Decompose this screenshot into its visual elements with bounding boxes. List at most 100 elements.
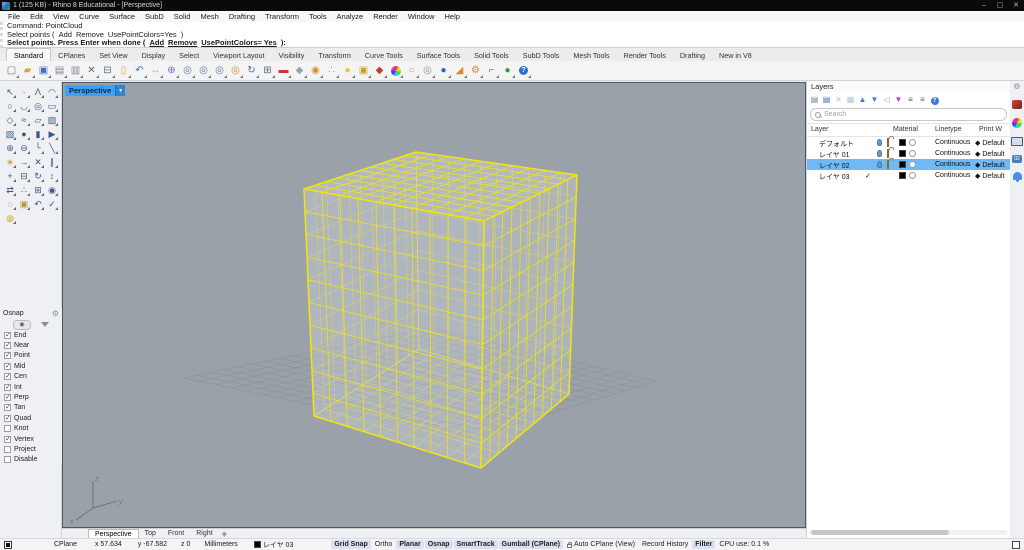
layer-color-swatch[interactable] [899,138,906,146]
lock-objects-icon[interactable]: ▣ [356,63,371,78]
zoom-dynamic-icon[interactable]: ◎ [180,63,195,78]
toolbar-tab-solid-tools[interactable]: Solid Tools [467,49,516,61]
viewport-tab-top[interactable]: Top [139,529,162,538]
duplicate-layer-icon[interactable]: ▦ [845,95,856,105]
split-tool-icon[interactable]: ∥ [45,155,59,169]
toolbar-tab-render-tools[interactable]: Render Tools [617,49,673,61]
osnap-checkbox-tan[interactable]: ✓ [4,404,11,412]
copy-object-tool-icon[interactable]: ⊟ [17,169,31,183]
layer-linetype[interactable]: Continuous [935,150,970,157]
toolbar-tab-mesh-tools[interactable]: Mesh Tools [566,49,616,61]
menu-help[interactable]: Help [440,11,465,22]
minimize-button[interactable]: – [976,0,992,11]
toolbar-tab-select[interactable]: Select [172,49,206,61]
boolean-union-tool-icon[interactable]: ⊕ [3,141,17,155]
menu-drafting[interactable]: Drafting [224,11,260,22]
layer-row-4[interactable]: レイヤ 03 ✓ Continuous ◆ Default [807,170,1010,181]
paste-icon[interactable]: ▯ [116,63,131,78]
viewport-tab-right[interactable]: Right [190,529,218,538]
viewport-canvas[interactable]: z y x [63,83,805,527]
menu-subd[interactable]: SubD [140,11,169,22]
rectangle-tool-icon[interactable]: ▭ [45,99,59,113]
toggle-record-history[interactable]: Record History [639,540,691,549]
toggle-filter[interactable]: Filter [692,540,716,549]
collapse-icon[interactable]: ◁ [881,95,892,105]
perspective-viewport[interactable]: z y x Perspective ▼ [62,82,806,528]
gear-icon[interactable]: ⚙ [52,309,59,318]
explode-tool-icon[interactable]: ∗ [3,155,17,169]
panel-menu-icon[interactable]: ≡ [917,95,928,105]
group-tool-icon[interactable]: ◉ [45,183,59,197]
render-icon[interactable]: ● [436,63,451,78]
column-header-print-w[interactable]: Print W [979,126,1002,133]
menu-transform[interactable]: Transform [260,11,304,22]
layer-color-swatch[interactable] [899,160,906,168]
toggle-grid-snap[interactable]: Grid Snap [331,540,371,549]
toolbar-tab-curve-tools[interactable]: Curve Tools [358,49,410,61]
toolbar-tab-new-in-v8[interactable]: New in V8 [712,49,759,61]
menu-surface[interactable]: Surface [104,11,140,22]
point-tool-icon[interactable]: ∙ [17,85,31,99]
layers-hscrollbar[interactable] [809,530,1007,535]
layer-print-width[interactable]: ◆ Default [975,150,1005,158]
osnap-mode-button[interactable]: ◉ [13,319,31,330]
zoom-window-icon[interactable]: ◎ [196,63,211,78]
revolve-tool-icon[interactable]: ▶ [45,127,59,141]
osnap-checkbox-point[interactable]: ✓ [4,352,11,360]
fillet-tool-icon[interactable]: ╰ [31,141,45,155]
current-layer-chip[interactable]: レイヤ 03 [253,540,293,550]
move-down-icon[interactable]: ▼ [869,95,880,105]
command-option[interactable]: UsePointColors= Yes [201,38,277,47]
layer-row-2[interactable]: レイヤ 01 Continuous ◆ Default [807,148,1010,159]
layer-lock-icon[interactable] [887,137,889,147]
delete-layer-icon[interactable]: ✕ [833,95,844,105]
toolbar-tab-display[interactable]: Display [135,49,173,61]
menu-window[interactable]: Window [403,11,440,22]
ellipse-tool-icon[interactable]: ◎ [31,99,45,113]
sketch-tool-icon[interactable]: ≈ [17,113,31,127]
surface-tool-icon[interactable]: ▱ [31,113,45,127]
command-option[interactable]: Add [149,38,164,47]
osnap-checkbox-quad[interactable]: ✓ [4,414,11,422]
toggle-smarttrack[interactable]: SmartTrack [453,540,498,549]
viewport-title[interactable]: Perspective ▼ [65,85,126,96]
new-viewport-tab-icon[interactable]: ◈ [222,530,227,538]
layer-visibility-bulb-icon[interactable] [877,138,882,146]
tab-rendering-tab[interactable] [1011,137,1023,146]
toolbar-tab-drafting[interactable]: Drafting [673,49,712,61]
lamp-tool-icon[interactable]: ◍ [3,211,17,225]
polyline-tool-icon[interactable]: Λ [31,85,45,99]
patch-tool-icon[interactable]: ▨ [45,113,59,127]
layer-search-input[interactable]: Search [810,108,1007,121]
mirror-tool-icon[interactable]: ⇄ [3,183,17,197]
copy-icon[interactable]: ⊟ [100,63,115,78]
osnap-checkbox-project[interactable] [4,445,11,453]
layer-material-icon[interactable] [909,160,916,168]
layer-linetype[interactable]: Continuous [935,172,970,179]
column-header-material[interactable]: Material [893,126,918,133]
toggle-osnap[interactable]: Osnap [424,540,453,549]
layer-linetype[interactable]: Continuous [935,139,970,146]
tab-materials-tab[interactable] [1012,100,1022,109]
toggle-auto-cplane-view-[interactable]: Auto CPlane (View) [564,540,638,549]
circle-tool-icon[interactable]: ○ [3,99,17,113]
layer-material-icon[interactable] [909,171,916,179]
tab-display-tab[interactable] [1012,118,1022,128]
extend-tool-icon[interactable]: → [17,155,31,169]
toolbar-tab-visibility[interactable]: Visibility [272,49,312,61]
tab-layer-states-tab[interactable]: 02 [1012,155,1022,163]
object-snap-points-icon[interactable]: ∴ [324,63,339,78]
move-up-icon[interactable]: ▲ [857,95,868,105]
undo-icon[interactable]: ↶ [132,63,147,78]
layer-visibility-bulb-icon[interactable] [877,160,882,168]
record-history-tool-icon[interactable]: ✓ [45,197,59,211]
display-mode-rendered-icon[interactable]: ▬ [276,63,291,78]
toggle-planar[interactable]: Planar [396,540,424,549]
osnap-filter-icon[interactable] [41,322,49,327]
layer-print-width[interactable]: ◆ Default [975,139,1005,147]
command-option[interactable]: Remove [168,38,197,47]
scrollbar-thumb[interactable] [811,530,949,535]
hide-objects-icon[interactable]: ● [340,63,355,78]
osnap-checkbox-disable[interactable] [4,456,11,464]
layer-linetype[interactable]: Continuous [935,161,970,168]
